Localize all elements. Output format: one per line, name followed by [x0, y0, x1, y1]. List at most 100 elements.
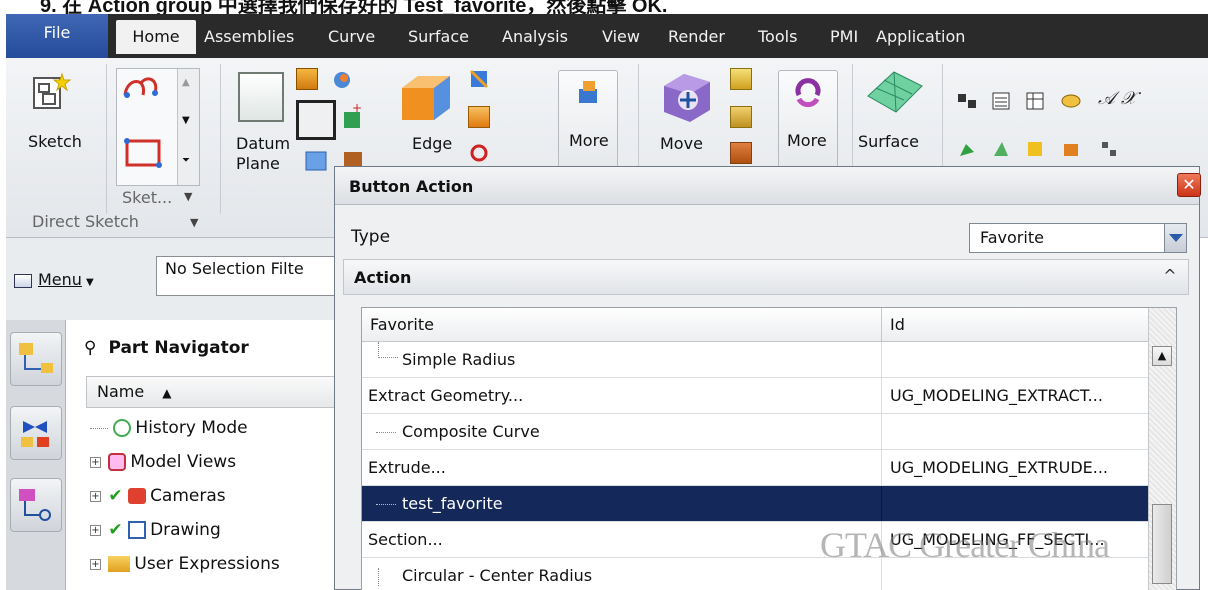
expand-icon[interactable]: +: [90, 456, 101, 468]
dialog-title-bar[interactable]: Button Action ✕: [335, 167, 1201, 205]
table-row-selected[interactable]: test_favorite: [362, 486, 1150, 522]
type-label: Type: [351, 227, 391, 247]
column-header-id[interactable]: Id: [882, 308, 1150, 342]
favorite-id: [882, 414, 1150, 449]
selection-filter[interactable]: No Selection Filte: [156, 256, 336, 296]
table-icon[interactable]: [1024, 90, 1046, 112]
expand-icon[interactable]: +: [90, 524, 101, 536]
nav-item-label: User Expressions: [134, 554, 280, 574]
replace-face-icon[interactable]: [730, 106, 752, 128]
surface-icon[interactable]: [864, 66, 926, 120]
model-views-icon: [108, 453, 127, 471]
tree-branch-icon: [376, 432, 396, 433]
tab-tools[interactable]: Tools: [758, 20, 797, 54]
type-select[interactable]: Favorite: [969, 223, 1187, 253]
favorite-name: Circular - Center Radius: [402, 566, 593, 585]
table-row[interactable]: Simple Radius: [362, 342, 1150, 378]
tab-render[interactable]: Render: [668, 20, 725, 54]
nav-item-model-views[interactable]: + Model Views: [90, 446, 236, 478]
ribbon-tab-bar: File Home Assemblies Curve Surface Analy…: [6, 14, 1208, 58]
action-group-header[interactable]: Action ^: [343, 259, 1189, 295]
name-column-header[interactable]: Name ▲: [86, 376, 336, 408]
shell-icon[interactable]: [468, 106, 490, 128]
move-label: Move: [660, 134, 703, 153]
gallery-down-icon[interactable]: ▼: [182, 115, 190, 126]
move-face-icon[interactable]: [658, 68, 716, 124]
favorite-name: Section...: [362, 522, 882, 557]
offset-region-icon[interactable]: [730, 68, 752, 90]
tab-surface[interactable]: Surface: [408, 20, 469, 54]
tab-curve[interactable]: Curve: [328, 20, 375, 54]
nav-item-label: Model Views: [130, 452, 237, 472]
text-icons[interactable]: 𝒜 𝒳: [1098, 88, 1142, 114]
sketch-group-dropdown-icon[interactable]: ▼: [184, 190, 192, 203]
pin-icon[interactable]: ⚲: [84, 338, 96, 358]
edge-blend-icon[interactable]: [398, 72, 454, 124]
delete-face-icon[interactable]: [730, 142, 752, 164]
tab-file[interactable]: File: [6, 14, 108, 58]
tab-assemblies[interactable]: Assemblies: [204, 20, 294, 54]
table-row[interactable]: Extract Geometry... UG_MODELING_EXTRACT.…: [362, 378, 1150, 414]
sketch-gallery[interactable]: ▲ ▼ ⏷: [116, 68, 200, 186]
assembly-navigator-tab[interactable]: [10, 332, 62, 386]
table-scrollbar[interactable]: ▲: [1148, 308, 1176, 590]
menu-label: Menu: [38, 270, 82, 289]
nav-item-drawing[interactable]: + ✔ Drawing: [90, 514, 221, 546]
sketch-group-label: Sket...: [122, 188, 173, 207]
rectangle-select-icon[interactable]: [296, 100, 336, 140]
scroll-up-icon[interactable]: ▲: [1152, 346, 1172, 366]
table-row[interactable]: Extrude... UG_MODELING_EXTRUDE...: [362, 450, 1150, 486]
datum-label: Datum: [236, 134, 291, 153]
sketch-icon[interactable]: [28, 70, 72, 114]
table-row[interactable]: Composite Curve: [362, 414, 1150, 450]
tree-tool-icon[interactable]: [1098, 138, 1120, 160]
draft-icon[interactable]: [468, 68, 490, 90]
layer-icon[interactable]: [990, 90, 1012, 112]
more-feature-button[interactable]: More: [558, 70, 618, 178]
part-navigator-tab[interactable]: [10, 478, 62, 532]
orange-tool-icon[interactable]: [1060, 138, 1082, 160]
tab-view[interactable]: View: [602, 20, 640, 54]
boolean-icon[interactable]: +: [340, 101, 368, 130]
type-value: Favorite: [980, 228, 1044, 247]
sort-ascending-icon: ▲: [162, 386, 172, 400]
chamfer-icon[interactable]: [468, 142, 490, 164]
close-icon[interactable]: ✕: [1177, 173, 1201, 197]
name-column-label: Name: [97, 382, 145, 401]
checkmark-icon: ✔: [108, 520, 123, 540]
column-header-favorite[interactable]: Favorite: [362, 308, 882, 342]
nav-item-cameras[interactable]: + ✔ Cameras: [90, 480, 226, 512]
part-navigator: ⚲ Part Navigator Name ▲ History Mode + Mod…: [66, 320, 336, 590]
direct-sketch-dropdown-icon[interactable]: ▼: [190, 216, 198, 229]
green-tool-icon[interactable]: [956, 138, 978, 160]
hole-icon[interactable]: [304, 148, 328, 172]
tab-application[interactable]: Application: [876, 20, 965, 54]
blend-icon[interactable]: [332, 70, 352, 90]
expand-icon[interactable]: +: [90, 490, 101, 502]
favorite-name: Extract Geometry...: [362, 378, 882, 413]
favorite-name: Simple Radius: [402, 350, 516, 369]
block-icon[interactable]: [296, 68, 318, 90]
tab-analysis[interactable]: Analysis: [502, 20, 568, 54]
green-tool-2-icon[interactable]: [990, 138, 1012, 160]
assembly-icon[interactable]: [956, 90, 978, 112]
gallery-more-icon[interactable]: ⏷: [182, 155, 190, 166]
gallery-up-icon[interactable]: ▲: [182, 77, 190, 88]
expand-icon[interactable]: +: [90, 558, 101, 570]
chevron-down-icon[interactable]: [1164, 224, 1186, 252]
nav-item-history-mode[interactable]: History Mode: [90, 412, 248, 444]
favorite-name: Composite Curve: [402, 422, 540, 441]
favorite-name: test_favorite: [402, 494, 503, 513]
scroll-thumb[interactable]: [1152, 504, 1172, 584]
note-icon[interactable]: [1060, 90, 1082, 112]
more-sync-button[interactable]: More: [778, 70, 838, 178]
surface-label: Surface: [858, 132, 919, 151]
yellow-tool-icon[interactable]: [1024, 138, 1046, 160]
menu-button[interactable]: Menu ▼: [6, 258, 156, 302]
tab-home[interactable]: Home: [116, 20, 196, 54]
nav-item-user-expressions[interactable]: + User Expressions: [90, 548, 280, 580]
constraint-navigator-tab[interactable]: [10, 406, 62, 460]
tab-pmi[interactable]: PMI: [830, 20, 858, 54]
collapse-icon[interactable]: ^: [1160, 266, 1180, 286]
datum-plane-icon[interactable]: [238, 72, 284, 122]
